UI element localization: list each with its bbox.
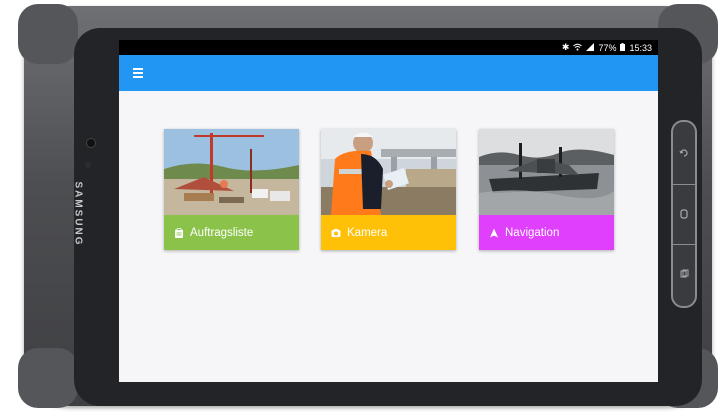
tile-title: Kamera: [347, 226, 388, 239]
clipboard-icon: [175, 227, 183, 238]
status-bar: ✱ 77% 15:33: [119, 40, 658, 55]
tile-navigation[interactable]: Navigation: [479, 129, 614, 250]
tile-title: Auftragsliste: [190, 226, 254, 239]
camera-icon: [331, 228, 341, 237]
tile-title: Navigation: [505, 226, 560, 239]
hardware-keys: [671, 120, 697, 308]
home-key[interactable]: [673, 184, 695, 243]
construction-site-image: [164, 129, 299, 215]
clock: 15:33: [629, 42, 652, 53]
back-key[interactable]: [673, 124, 695, 182]
tile-auftragsliste[interactable]: Auftragsliste: [164, 129, 299, 250]
tile-label-bar: Auftragsliste: [164, 215, 299, 250]
bluetooth-icon: ✱: [561, 42, 570, 52]
navigation-arrow-icon: [490, 228, 498, 237]
wifi-icon: [573, 43, 583, 53]
tile-label-bar: Navigation: [479, 215, 614, 250]
tile-label-bar: Kamera: [321, 215, 456, 250]
app-bar: [119, 55, 658, 91]
bumper-corner: [18, 4, 78, 64]
battery-icon: [620, 42, 626, 53]
brand-logo: SAMSUNG: [72, 181, 84, 247]
signal-icon: [586, 42, 595, 53]
recent-apps-key[interactable]: [673, 244, 695, 303]
front-camera-icon: [86, 138, 96, 148]
tile-kamera[interactable]: Kamera: [321, 129, 456, 250]
bumper-corner: [18, 348, 78, 408]
dredger-photo-image: [479, 129, 614, 215]
light-sensor: [85, 162, 91, 168]
battery-percent: 77%: [598, 42, 617, 53]
screen: ✱ 77% 15:33 Auftragsliste Kamera Navigat…: [119, 40, 658, 382]
worker-photo-image: [321, 129, 456, 215]
hamburger-menu-icon[interactable]: [133, 68, 143, 78]
